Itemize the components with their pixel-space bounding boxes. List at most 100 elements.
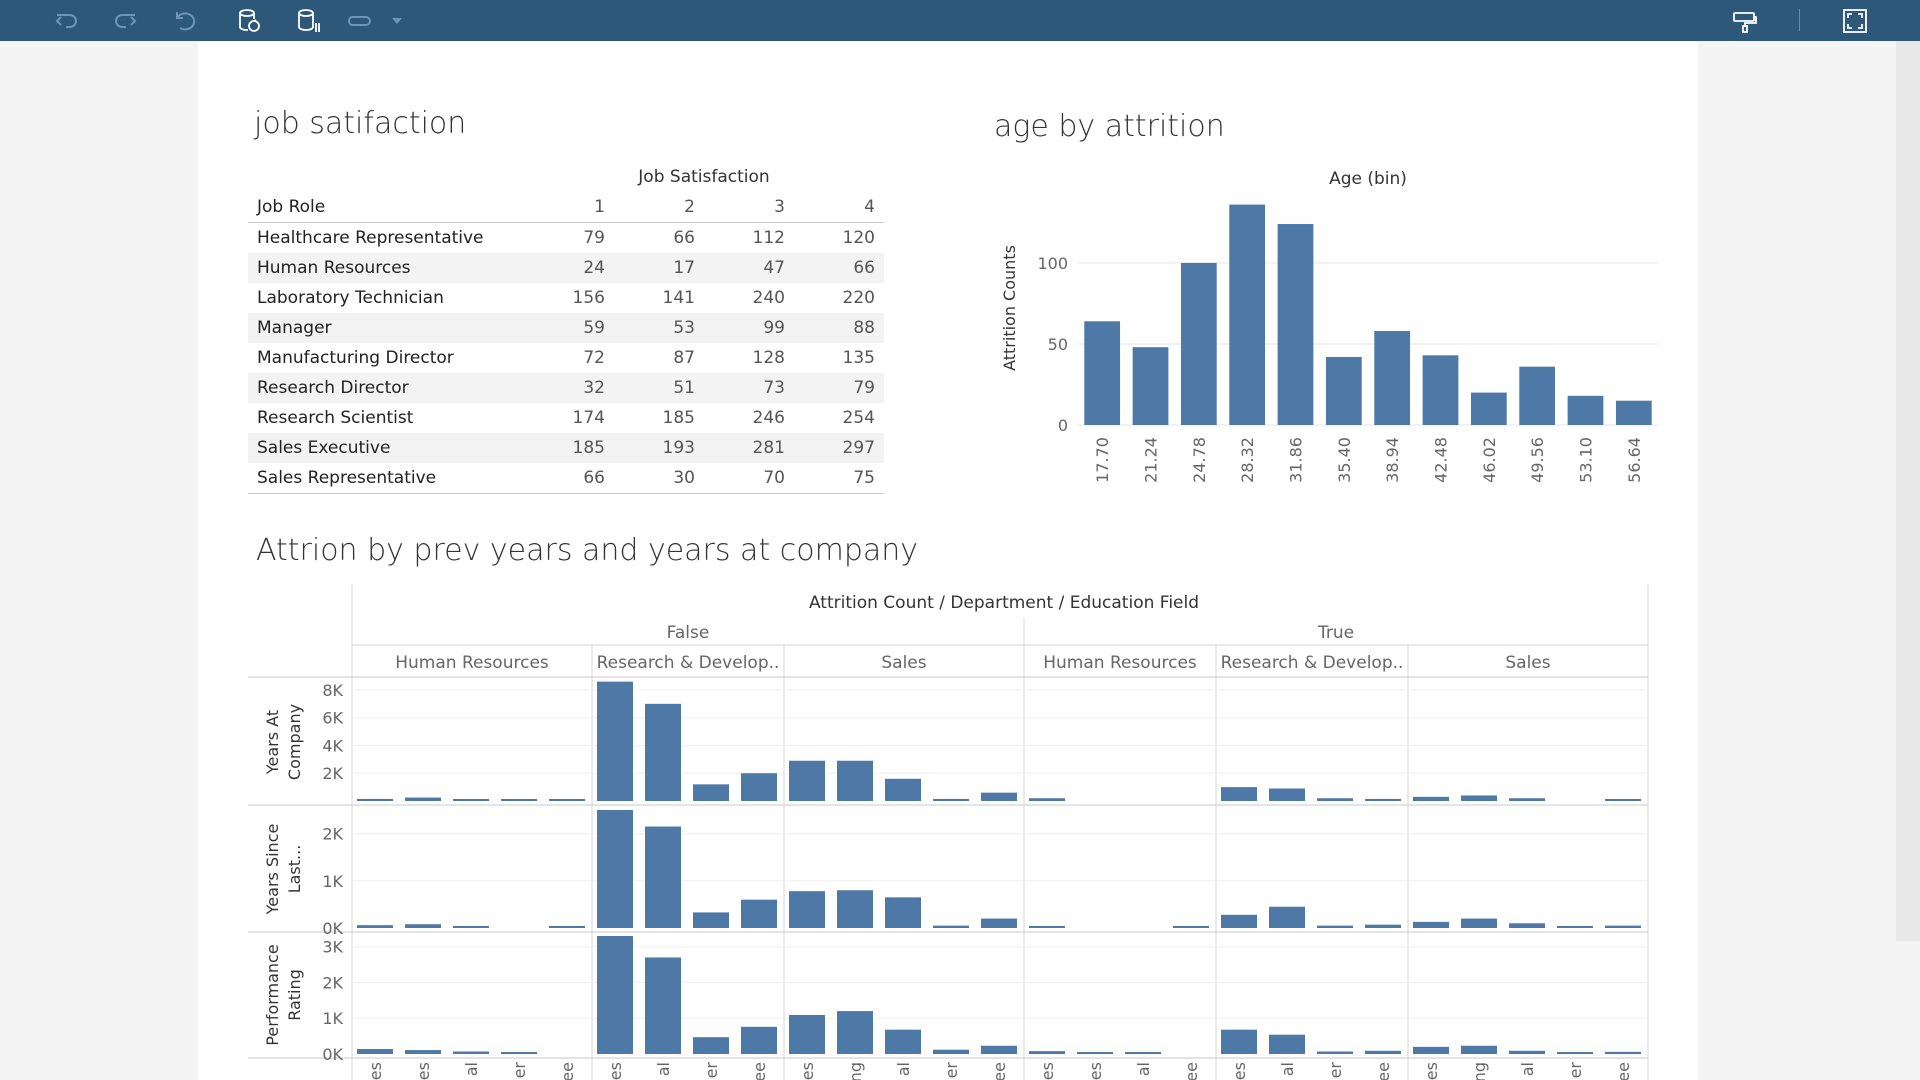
count-cell: 246 [752,408,785,428]
show-me-icon[interactable] [344,6,374,36]
x-tick-label: es [414,1062,433,1080]
attrition-bar [1557,1052,1593,1054]
attrition-bar [501,1052,537,1054]
count-cell: 24 [524,253,614,283]
attrition-bar [789,760,825,801]
attrition-bar [885,897,921,928]
department-label: Research & Develop.. [597,653,780,673]
x-tick-label: er [942,1062,961,1079]
x-tick-label: 38.94 [1383,437,1402,483]
undo-icon[interactable] [52,6,82,36]
column-header: 3 [704,192,794,223]
y-tick-label: 0 [1058,416,1068,435]
x-tick-label: er [1326,1062,1345,1079]
count-cell: 193 [614,433,704,463]
table-row[interactable]: Sales Executive 185 193 281 297 [248,433,884,463]
x-tick-label: al [654,1062,673,1076]
job-role-cell: Research Director [248,373,524,403]
x-tick-label: ee [750,1062,769,1080]
dropdown-caret-icon[interactable] [383,6,411,36]
attrition-bar [885,1029,921,1054]
attrition-bar [933,798,969,801]
row-axis-label: Last... [285,845,304,894]
count-cell: 66 [794,253,884,283]
vertical-scrollbar[interactable] [1896,41,1920,941]
attrition-bar [1413,1046,1449,1054]
count-cell: 30 [614,463,704,494]
attrition-bar [1509,1050,1545,1054]
age-bin-bar [1277,224,1314,425]
count-cell: 87 [673,348,695,368]
count-cell: 185 [662,408,695,428]
count-cell: 88 [794,313,884,343]
count-cell: 128 [752,348,785,368]
count-cell: 17 [614,253,704,283]
row-axis-label: Years Since [263,824,282,916]
department-label: Research & Develop.. [1221,653,1404,673]
attrition-bar [357,1048,393,1054]
attrition-bar [981,792,1017,801]
present-mode-icon[interactable] [1730,6,1760,36]
column-header: 4 [794,192,884,223]
x-tick-label: 31.86 [1287,437,1306,483]
y-tick-label: 1K [322,1009,343,1028]
job-role-cell: Laboratory Technician [257,288,444,308]
attrition-bar [837,1011,873,1054]
y-tick-label: 100 [1037,254,1068,273]
attrition-bar [1365,924,1401,928]
attrition-bar [1509,923,1545,928]
count-cell: 79 [794,373,884,403]
x-tick-label: al [1278,1062,1297,1076]
attrition-bar [597,936,633,1054]
department-label: Human Resources [395,653,549,673]
x-tick-label: ng [1470,1062,1489,1080]
count-cell: 73 [704,373,794,403]
department-label: Human Resources [1043,653,1197,673]
attrition-bar [1605,1051,1641,1054]
pause-updates-icon[interactable] [294,6,324,36]
x-tick-label: er [510,1062,529,1079]
x-tick-label: es [1086,1062,1105,1080]
x-tick-label: 28.32 [1238,437,1257,483]
department-label: Sales [881,653,926,673]
attrition-bar [789,891,825,928]
y-tick-label: 4K [322,736,343,755]
y-tick-label: 2K [322,764,343,783]
table-row[interactable]: Laboratory Technician 156 141 240 220 [248,283,884,313]
attrition-bar [1365,798,1401,801]
x-tick-label: es [366,1062,385,1080]
attrition-bar [357,925,393,928]
y-tick-label: 0K [322,1045,343,1064]
x-tick-label: 21.24 [1142,437,1161,483]
attrition-bar [453,799,489,801]
redo-icon[interactable] [110,6,140,36]
table-row[interactable]: Research Director 32 51 73 79 [248,373,884,403]
table-row[interactable]: Human Resources 24 17 47 66 [248,253,884,283]
count-cell: 112 [752,228,785,248]
table-row[interactable]: Research Scientist 174 185 246 254 [248,403,884,433]
table-row[interactable]: Healthcare Representative 79 66 112 120 [248,223,884,254]
refresh-data-icon[interactable] [234,6,264,36]
table-row[interactable]: Manager 59 53 99 88 [248,313,884,343]
attrition-bar [981,918,1017,928]
row-axis-label: Rating [285,969,304,1021]
table-row[interactable]: Manufacturing Director 72 87 128 135 [248,343,884,373]
fit-screen-icon[interactable] [1840,6,1870,36]
y-tick-label: 1K [322,872,343,891]
x-tick-label: es [1230,1062,1249,1080]
attrition-bar [405,797,441,801]
y-tick-label: 8K [322,681,343,700]
revert-icon[interactable] [170,6,200,36]
table-row[interactable]: Sales Representative 66 30 70 75 [248,463,884,494]
x-tick-label: ee [558,1062,577,1080]
age-bin-bar [1470,392,1507,425]
x-tick-label: 24.78 [1190,437,1209,483]
age-bin-bar [1567,395,1604,425]
x-tick-label: al [1134,1062,1153,1076]
attrition-bar [693,912,729,928]
job-role-cell: Sales Executive [248,433,524,463]
x-tick-label: ee [1374,1062,1393,1080]
age-bin-bar [1422,355,1459,425]
attrition-bar [1605,799,1641,801]
attrition-bar [1461,918,1497,928]
